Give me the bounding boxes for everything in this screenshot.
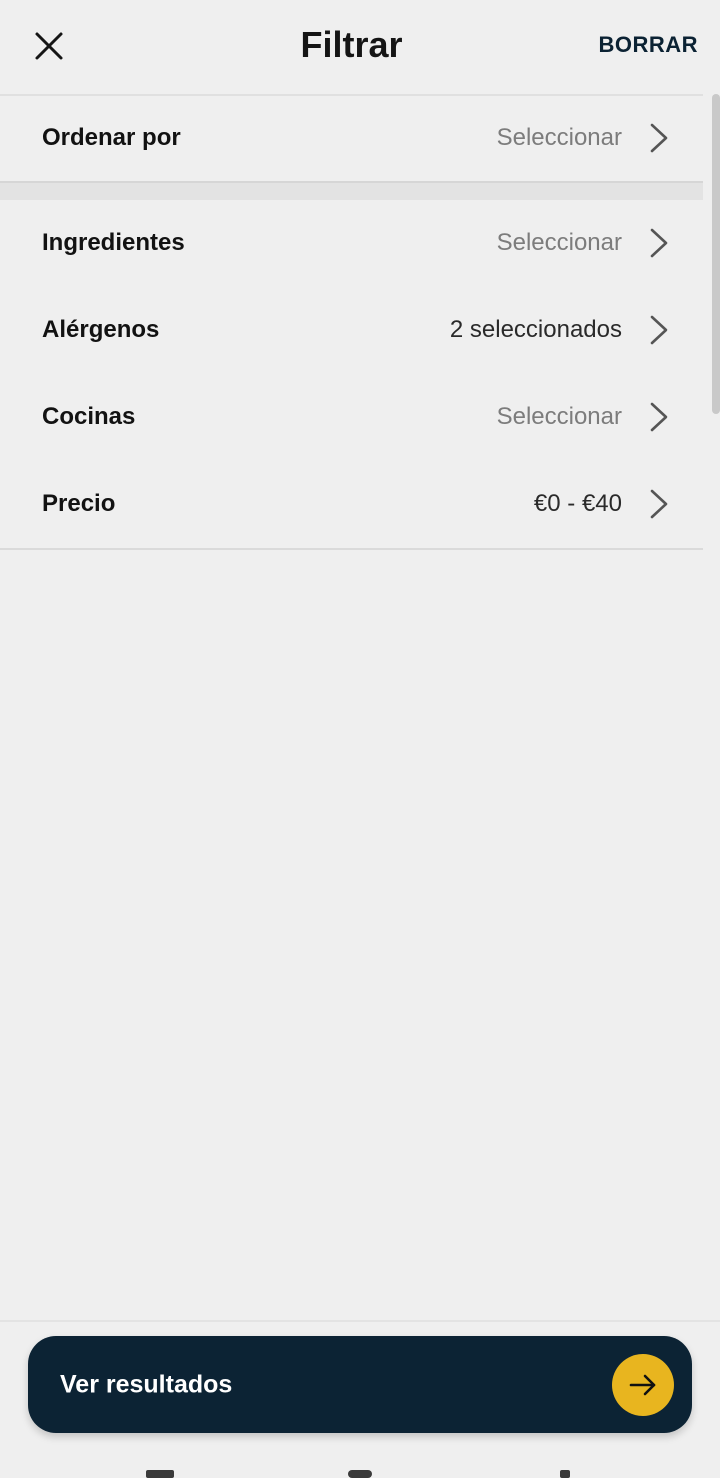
filter-label: Precio [42, 490, 116, 517]
filter-value: Seleccionar [496, 229, 622, 256]
chevron-right-icon [650, 489, 668, 519]
view-results-label: Ver resultados [60, 1370, 233, 1398]
filter-label: Alérgenos [42, 316, 160, 343]
sort-row[interactable]: Ordenar por Seleccionar [0, 95, 703, 181]
filter-row-ingredients[interactable]: Ingredientes Seleccionar [0, 200, 703, 286]
sort-value: Seleccionar [496, 124, 622, 151]
clear-button[interactable]: BORRAR [598, 32, 698, 58]
filter-row-cuisines[interactable]: Cocinas Seleccionar [0, 374, 703, 460]
view-results-button[interactable]: Ver resultados [28, 1336, 692, 1433]
chevron-right-icon [650, 123, 668, 153]
chevron-right-icon [650, 228, 668, 258]
top-bar: Filtrar BORRAR [0, 0, 703, 96]
filter-value: 2 seleccionados [449, 316, 622, 343]
filter-label: Ingredientes [42, 229, 185, 256]
sort-label: Ordenar por [42, 124, 181, 151]
chevron-right-icon [650, 315, 668, 345]
filter-row-allergens[interactable]: Alérgenos 2 seleccionados [0, 287, 703, 373]
section-divider [0, 181, 703, 200]
chevron-right-icon [650, 402, 668, 432]
nav-recent-apps-icon[interactable] [146, 1470, 174, 1478]
filter-label: Cocinas [42, 403, 136, 430]
filter-value: Seleccionar [496, 403, 622, 430]
scrollbar[interactable] [712, 94, 720, 414]
list-bottom-divider [0, 548, 703, 550]
footer-divider [0, 1320, 720, 1322]
filter-value: €0 - €40 [533, 490, 622, 517]
arrow-right-icon [612, 1353, 674, 1416]
nav-back-icon[interactable] [560, 1470, 570, 1478]
nav-home-icon[interactable] [348, 1470, 372, 1478]
filter-row-price[interactable]: Precio €0 - €40 [0, 461, 703, 547]
